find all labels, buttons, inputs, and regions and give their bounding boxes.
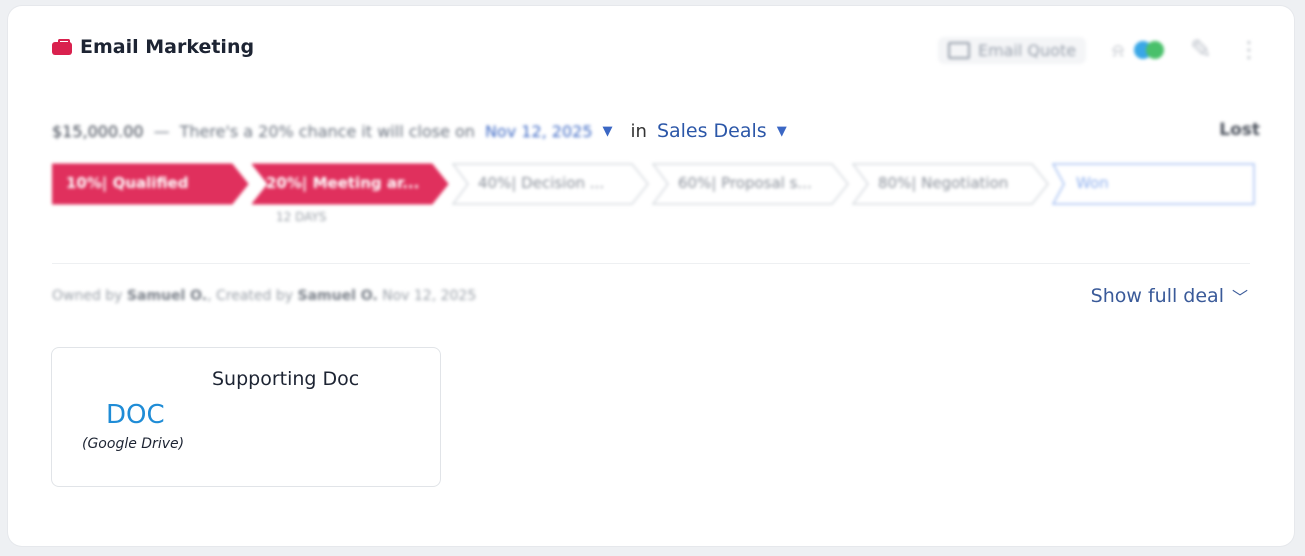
stage-label: 20%| Meeting ar... [266, 174, 420, 192]
in-label: in [630, 120, 647, 142]
created-date: Nov 12, 2025 [382, 288, 477, 304]
doc-title: Supporting Doc [212, 368, 360, 390]
stage-bar: 10%| Qualified 20%| Meeting ar... 40%| D… [52, 162, 1258, 206]
doc-source: (Google Drive) [82, 436, 185, 452]
header-actions: Email Quote ⍾ ✎ ⋮ [937, 36, 1260, 64]
creator-name[interactable]: Samuel O. [297, 288, 377, 304]
supporting-doc-card[interactable]: Supporting Doc DOC (Google Drive) [51, 347, 441, 487]
pipeline-select[interactable]: Sales Deals [657, 120, 767, 142]
deal-header: Email Marketing Email Quote ⍾ ✎ ⋮ [8, 6, 1294, 98]
deal-summary: $15,000.00 — There's a 20% chance it wil… [52, 120, 787, 142]
email-quote-label: Email Quote [977, 40, 1077, 60]
stage-meeting[interactable]: 20%| Meeting ar... [252, 162, 450, 206]
envelope-icon [947, 41, 970, 59]
close-date[interactable]: Nov 12, 2025 [485, 122, 593, 141]
deal-title-wrap: Email Marketing [52, 36, 254, 58]
divider [52, 263, 1250, 264]
deal-card: Email Marketing Email Quote ⍾ ✎ ⋮ $15,00… [8, 6, 1294, 546]
stage-decision[interactable]: 40%| Decision ... [452, 162, 650, 206]
stage-label: 60%| Proposal s... [678, 174, 812, 192]
avatar [1146, 41, 1164, 59]
stage-qualified[interactable]: 10%| Qualified [52, 162, 250, 206]
created-by-label: Created by [216, 288, 294, 304]
stage-label: 10%| Qualified [66, 174, 189, 192]
briefcase-icon [52, 39, 72, 55]
pipeline-caret-icon[interactable]: ▼ [777, 124, 787, 139]
stage-duration: 12 DAYS [276, 210, 327, 224]
email-quote-button[interactable]: Email Quote [937, 36, 1087, 64]
lost-button[interactable]: Lost [1219, 120, 1260, 140]
stage-won[interactable]: Won [1052, 162, 1256, 206]
stage-label: 40%| Decision ... [478, 174, 605, 192]
followers-button[interactable]: ⍾ [1112, 40, 1164, 61]
stage-proposal[interactable]: 60%| Proposal s... [652, 162, 850, 206]
stage-negotiation[interactable]: 80%| Negotiation [852, 162, 1050, 206]
close-chance-text: There's a 20% chance it will close on [179, 121, 475, 141]
stage-label: Won [1076, 174, 1109, 192]
show-full-deal-link[interactable]: Show full deal ﹀ [1091, 284, 1248, 308]
edit-icon[interactable]: ✎ [1190, 36, 1212, 64]
follower-avatars [1134, 41, 1164, 59]
deal-title: Email Marketing [80, 36, 255, 58]
chevron-down-icon: ﹀ [1231, 288, 1248, 307]
more-options-icon[interactable]: ⋮ [1238, 38, 1260, 63]
show-full-deal-label: Show full deal [1090, 285, 1224, 307]
deal-amount: $15,000.00 [52, 121, 144, 141]
summary-dash: — [153, 121, 170, 141]
doc-type: DOC [106, 400, 165, 430]
bell-icon: ⍾ [1112, 39, 1124, 61]
close-date-caret-icon[interactable]: ▼ [603, 124, 613, 139]
stage-label: 80%| Negotiation [878, 174, 1009, 192]
owned-by-label: Owned by [52, 288, 123, 304]
owner-name[interactable]: Samuel O. [127, 288, 207, 304]
deal-meta: Owned by Samuel O., Created by Samuel O.… [52, 288, 477, 304]
